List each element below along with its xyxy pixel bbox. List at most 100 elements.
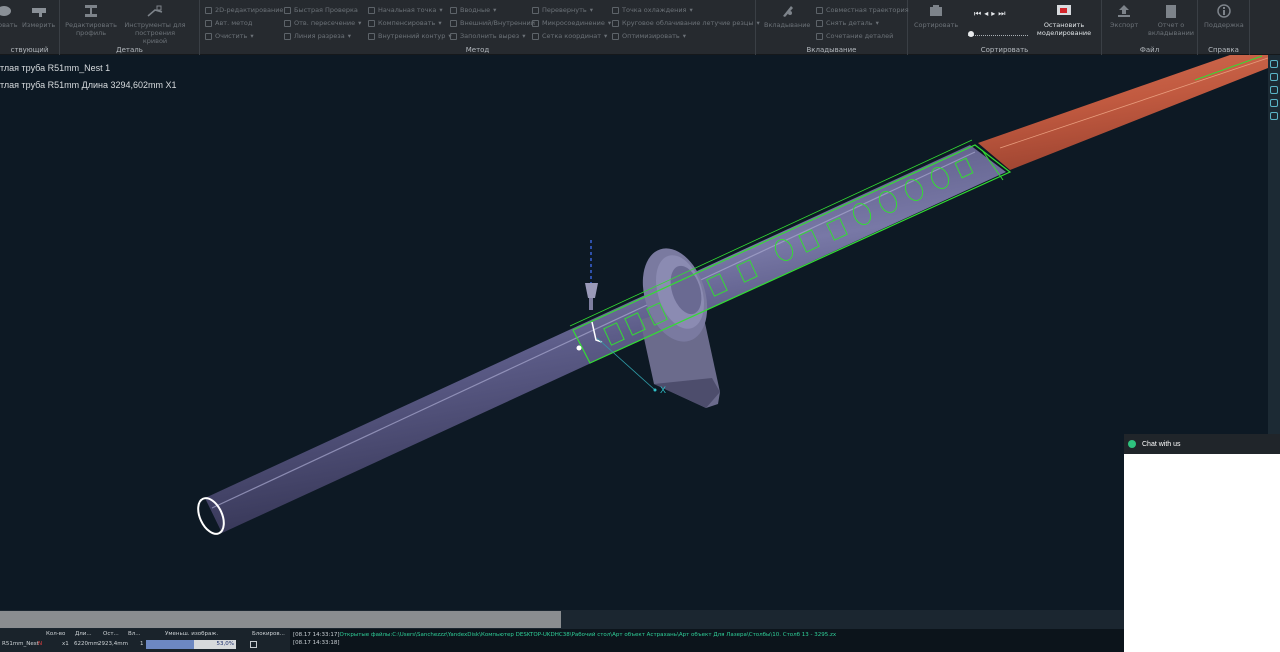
- scrollbar-thumb[interactable]: [0, 611, 561, 628]
- header-remain: Ост...: [103, 631, 119, 637]
- lock-checkbox[interactable]: [250, 641, 257, 648]
- report-icon: [1166, 5, 1176, 18]
- cut-button[interactable]: ровать: [0, 4, 18, 29]
- grid-icon: [532, 32, 539, 40]
- simulation-slider[interactable]: [968, 30, 1028, 37]
- grid-coords-button[interactable]: Сетка координат ▾: [532, 30, 607, 42]
- header-nest: Вл...: [128, 631, 141, 637]
- ribbon-group-help: Поддержка Справка: [1198, 0, 1250, 55]
- group-label-file: Файл: [1139, 46, 1160, 54]
- cut-line-button[interactable]: Линия разреза ▾: [284, 30, 351, 42]
- row-qty: x1: [62, 641, 69, 647]
- 3d-viewport[interactable]: тлая труба R51mm_Nest 1 тлая труба R51mm…: [0, 55, 1268, 610]
- lead-in-icon: [450, 6, 457, 14]
- clear-button[interactable]: Очистить ▾: [205, 30, 254, 42]
- online-status-icon: [1128, 440, 1136, 448]
- ribbon-group-file: Экспорт Отчет о вкладывании Файл: [1102, 0, 1198, 55]
- chevron-down-icon: ▾: [875, 19, 879, 27]
- optimize-button[interactable]: Оптимизировать ▾: [612, 30, 686, 42]
- fill-cut-button[interactable]: Заполнить вырез ▾: [450, 30, 526, 42]
- edit-2d-button[interactable]: 2D-редактирование: [205, 4, 283, 16]
- horizontal-scrollbar[interactable]: [0, 610, 1124, 629]
- start-point-icon: [368, 6, 375, 14]
- view-tool-2-icon[interactable]: [1270, 73, 1278, 81]
- slider-thumb[interactable]: [968, 31, 974, 37]
- intersect-icon: [284, 19, 291, 27]
- nesting-button[interactable]: Вкладывание: [764, 4, 810, 29]
- view-tool-4-icon[interactable]: [1270, 99, 1278, 107]
- chevron-down-icon: ▾: [682, 32, 686, 40]
- header-qty: Кол-во: [46, 631, 66, 637]
- common-path-button[interactable]: Совместная траектория: [816, 4, 909, 16]
- chat-widget[interactable]: Chat with us: [1124, 434, 1280, 652]
- chevron-down-icon: ▾: [689, 6, 693, 14]
- application-window: ровать Измерить ствующий Редактировать п…: [0, 0, 1280, 652]
- common-path-icon: [816, 6, 823, 14]
- lead-in-button[interactable]: Вводные ▾: [450, 4, 496, 16]
- auto-method-button[interactable]: Авт. метод: [205, 17, 252, 29]
- fast-forward-icon[interactable]: ⏭: [998, 9, 1008, 18]
- view-tool-3-icon[interactable]: [1270, 86, 1278, 94]
- flying-cut-button[interactable]: Круговое облачивание летучие резцы ▾: [612, 17, 760, 29]
- export-button[interactable]: Экспорт: [1110, 4, 1138, 29]
- flip-icon: [532, 6, 539, 14]
- rewind-icon[interactable]: ⏮: [974, 9, 984, 18]
- remnant-highlight: [999, 57, 1268, 149]
- outer-inner-icon: [450, 19, 457, 27]
- start-point-button[interactable]: Начальная точка ▾: [368, 4, 443, 16]
- clear-icon: [205, 32, 212, 40]
- info-icon: [1217, 4, 1231, 18]
- optimize-icon: [612, 32, 619, 40]
- measure-button[interactable]: Измерить: [22, 4, 55, 29]
- ribbon-group-nesting: Вкладывание Совместная траектория Снять …: [756, 0, 909, 55]
- utilization-label: 53,0%: [216, 641, 234, 647]
- row-length: 6220mm: [74, 641, 99, 647]
- row-nest: 1: [140, 641, 144, 647]
- table-row[interactable]: R51mm_Nest N x1 6220mm 2923,4mm 1 53,0%: [0, 640, 290, 650]
- inner-contour-button[interactable]: Внутренний контур ▾: [368, 30, 452, 42]
- view-tool-1-icon[interactable]: [1270, 60, 1278, 68]
- utilization-fill: [146, 640, 194, 649]
- curve-icon: [147, 5, 163, 17]
- log-time: [08.17 14:33:18]: [293, 640, 340, 646]
- outer-inner-button[interactable]: Внешний/Внутренний: [450, 17, 535, 29]
- group-label-nesting: Вкладывание: [806, 46, 857, 54]
- pipe-body: [205, 145, 1006, 533]
- ribbon-group-existing: ровать Измерить ствующий: [0, 0, 60, 55]
- cool-point-button[interactable]: Точка охлаждения ▾: [612, 4, 693, 16]
- row-remain: 2923,4mm: [98, 641, 128, 647]
- chevron-down-icon: ▾: [604, 32, 608, 40]
- nest-report-button[interactable]: Отчет о вкладывании: [1148, 4, 1194, 37]
- scene-canvas: X: [197, 55, 1268, 535]
- stop-simulation-button[interactable]: Остановить моделирование: [1034, 4, 1094, 37]
- cool-point-icon: [612, 6, 619, 14]
- combine-parts-button[interactable]: Сочетание деталей: [816, 30, 893, 42]
- remove-part-icon: [816, 19, 823, 27]
- profile-icon: [85, 5, 97, 17]
- row-flag: N: [38, 641, 43, 647]
- sort-button[interactable]: Сортировать: [914, 4, 958, 29]
- chat-header[interactable]: Chat with us: [1124, 434, 1280, 454]
- remove-part-button[interactable]: Снять деталь ▾: [816, 17, 879, 29]
- curve-tools-button[interactable]: Инструменты для построения кривой: [122, 4, 188, 45]
- table-header: Кол-во Дли... Ост... Вл... Уменьш. изобр…: [0, 630, 290, 640]
- playback-controls: ⏮◂▸⏭: [974, 9, 1008, 19]
- flip-button[interactable]: Перевернуть ▾: [532, 4, 593, 16]
- intersect-check-button[interactable]: Отв. пересечение ▾: [284, 17, 361, 29]
- ribbon-group-sort: Сортировать ⏮◂▸⏭ Остановить моделировани…: [908, 0, 1102, 55]
- chevron-down-icon: ▾: [607, 19, 612, 27]
- support-button[interactable]: Поддержка: [1204, 4, 1244, 29]
- edit-profile-button[interactable]: Редактировать профиль: [65, 4, 117, 37]
- compensation-button[interactable]: Компенсировать ▾: [368, 17, 442, 29]
- group-label-existing: ствующий: [10, 46, 49, 54]
- ribbon-group-method: 2D-редактирование Авт. метод Очистить ▾ Б…: [200, 0, 760, 55]
- selection-edge: [569, 139, 973, 327]
- header-thumbnail: Уменьш. изображ.: [165, 631, 219, 637]
- view-tool-5-icon[interactable]: [1270, 112, 1278, 120]
- micro-joint-button[interactable]: Микросоединение ▾: [532, 17, 611, 29]
- row-name: R51mm_Nest: [2, 641, 39, 647]
- quick-check-button[interactable]: Быстрая Проверка: [284, 4, 358, 16]
- chevron-down-icon: ▾: [438, 19, 442, 27]
- chevron-down-icon: ▾: [358, 19, 362, 27]
- log-line: [08.17 14:33:18]: [293, 640, 1124, 648]
